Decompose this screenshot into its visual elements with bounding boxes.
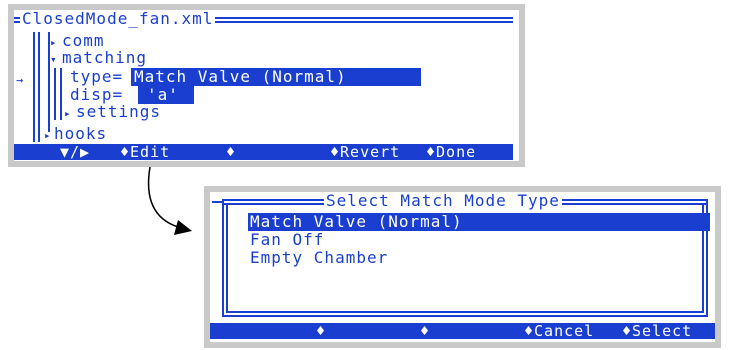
option-item[interactable]: Fan Off [250, 231, 324, 249]
frame-line [222, 315, 708, 317]
tree-item-hooks[interactable]: hooks [54, 125, 107, 143]
function-key-bar: ▼/▶ ♦Edit ♦ ♦Revert ♦Done [14, 143, 513, 161]
dialog-title: Select Match Mode Type [324, 191, 562, 210]
tree-guide [33, 32, 35, 142]
function-key-bar: ♦ ♦ ♦Cancel ♦Select [210, 322, 715, 340]
connector-arrow [147, 166, 192, 235]
fkey-blank[interactable]: ♦ [316, 322, 326, 340]
tree-guide [54, 68, 56, 120]
expand-arrow-icon[interactable]: ▸ [44, 127, 52, 145]
expand-arrow-icon[interactable]: ▸ [64, 105, 72, 123]
frame-line [212, 201, 222, 203]
fkey-revert[interactable]: ♦Revert [330, 143, 400, 161]
type-value[interactable]: Match Valve (Normal) [134, 68, 347, 86]
option-item[interactable]: Match Valve (Normal) [250, 213, 463, 231]
frame-line [226, 203, 228, 313]
fkey-toggle[interactable]: ▼/▶ [60, 143, 90, 161]
tree-guide [38, 32, 40, 142]
fkey-edit[interactable]: ♦Edit [120, 143, 170, 161]
tree-guide [60, 68, 62, 120]
window-title: ClosedMode_fan.xml [20, 9, 216, 28]
fkey-blank[interactable]: ♦ [226, 143, 236, 161]
cursor-arrow-icon: → [16, 73, 25, 87]
fkey-done[interactable]: ♦Done [426, 143, 476, 161]
fkey-blank[interactable]: ♦ [420, 322, 430, 340]
fkey-select[interactable]: ♦Select [622, 322, 692, 340]
frame-line [226, 311, 704, 313]
fkey-cancel[interactable]: ♦Cancel [524, 322, 594, 340]
collapse-arrow-icon[interactable]: ▾ [50, 51, 58, 69]
select-dialog-window: Select Match Mode Type Match Valve (Norm… [210, 192, 715, 342]
tree-item-matching[interactable]: matching [62, 49, 147, 67]
config-tree-window: ClosedMode_fan.xml → ▸ comm ▾ matching t… [14, 10, 519, 161]
option-item[interactable]: Empty Chamber [250, 249, 388, 267]
frame-line [222, 199, 224, 317]
expand-arrow-icon[interactable]: ▸ [50, 34, 58, 52]
tree-item-settings[interactable]: settings [76, 103, 161, 121]
tree-item-type-label[interactable]: type= [70, 68, 123, 86]
